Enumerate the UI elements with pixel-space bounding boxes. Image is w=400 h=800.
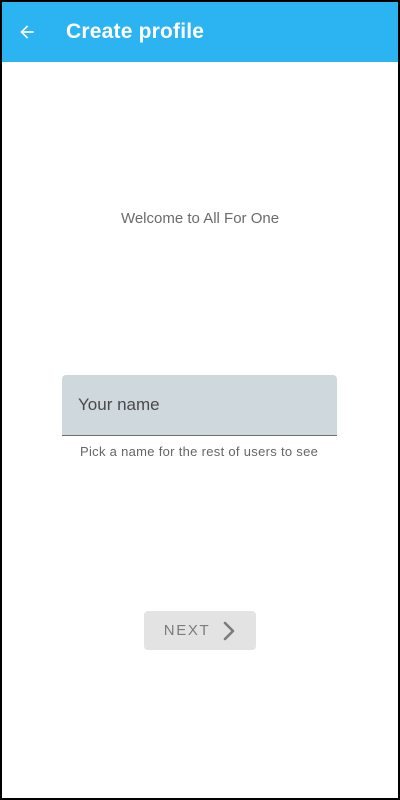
name-field[interactable] <box>62 375 337 436</box>
next-button-label: NEXT <box>163 622 211 639</box>
page-title: Create profile <box>66 20 205 43</box>
create-profile-screen: Create profile Welcome to All For One Pi… <box>0 0 400 800</box>
name-helper-text: Pick a name for the rest of users to see <box>80 444 319 459</box>
app-bar: Create profile <box>2 2 398 62</box>
next-button[interactable]: NEXT <box>144 611 256 650</box>
chevron-right-icon <box>222 620 236 642</box>
welcome-text: Welcome to All For One <box>120 210 280 227</box>
arrow-left-icon <box>17 22 37 42</box>
back-button[interactable] <box>4 2 50 62</box>
name-input[interactable] <box>62 375 337 435</box>
